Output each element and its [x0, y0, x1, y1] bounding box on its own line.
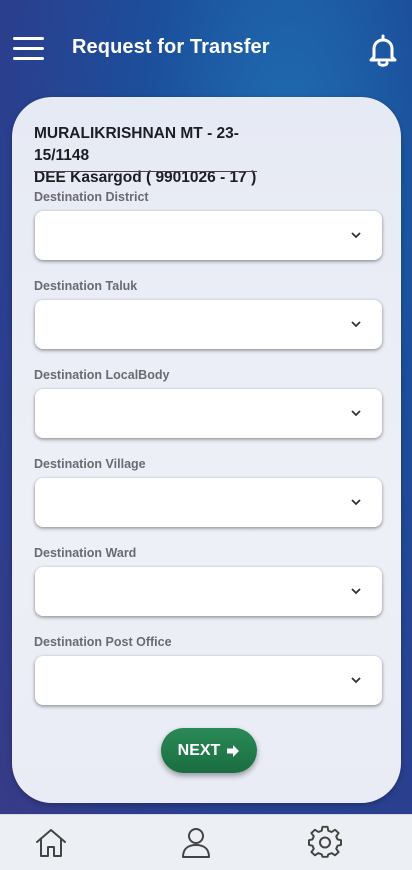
select-destination-taluk[interactable]	[35, 300, 382, 349]
label-destination-taluk: Destination Taluk	[34, 279, 138, 293]
next-button[interactable]: NEXT	[161, 728, 257, 773]
label-destination-ward: Destination Ward	[34, 546, 137, 560]
user-info: MURALIKRISHNAN MT - 23-15/1148 DEE Kasar…	[34, 123, 257, 189]
divider	[34, 171, 257, 172]
next-button-label: NEXT	[177, 741, 221, 759]
chevron-down-icon	[351, 588, 361, 595]
person-icon[interactable]	[178, 825, 214, 861]
label-destination-village: Destination Village	[34, 457, 146, 471]
user-name-id: MURALIKRISHNAN MT - 23-15/1148	[34, 125, 239, 164]
bell-icon[interactable]	[365, 33, 401, 69]
chevron-down-icon	[351, 321, 361, 328]
select-destination-village[interactable]	[35, 478, 382, 527]
bottom-navigation	[0, 814, 412, 870]
select-destination-post-office[interactable]	[35, 656, 382, 705]
chevron-down-icon	[351, 499, 361, 506]
transfer-form-card: MURALIKRISHNAN MT - 23-15/1148 DEE Kasar…	[12, 97, 401, 803]
hamburger-menu-icon[interactable]	[13, 35, 44, 63]
chevron-down-icon	[351, 232, 361, 239]
label-destination-post-office: Destination Post Office	[34, 635, 172, 649]
chevron-down-icon	[351, 677, 361, 684]
chevron-down-icon	[351, 410, 361, 417]
select-destination-localbody[interactable]	[35, 389, 382, 438]
label-destination-localbody: Destination LocalBody	[34, 368, 170, 382]
page-title: Request for Transfer	[72, 36, 270, 58]
app-header: Request for Transfer	[0, 0, 412, 96]
home-icon[interactable]	[33, 825, 69, 861]
label-destination-district: Destination District	[34, 190, 149, 204]
select-destination-district[interactable]	[35, 211, 382, 260]
gear-icon[interactable]	[307, 825, 343, 861]
select-destination-ward[interactable]	[35, 567, 382, 616]
arrow-right-icon	[227, 744, 240, 757]
